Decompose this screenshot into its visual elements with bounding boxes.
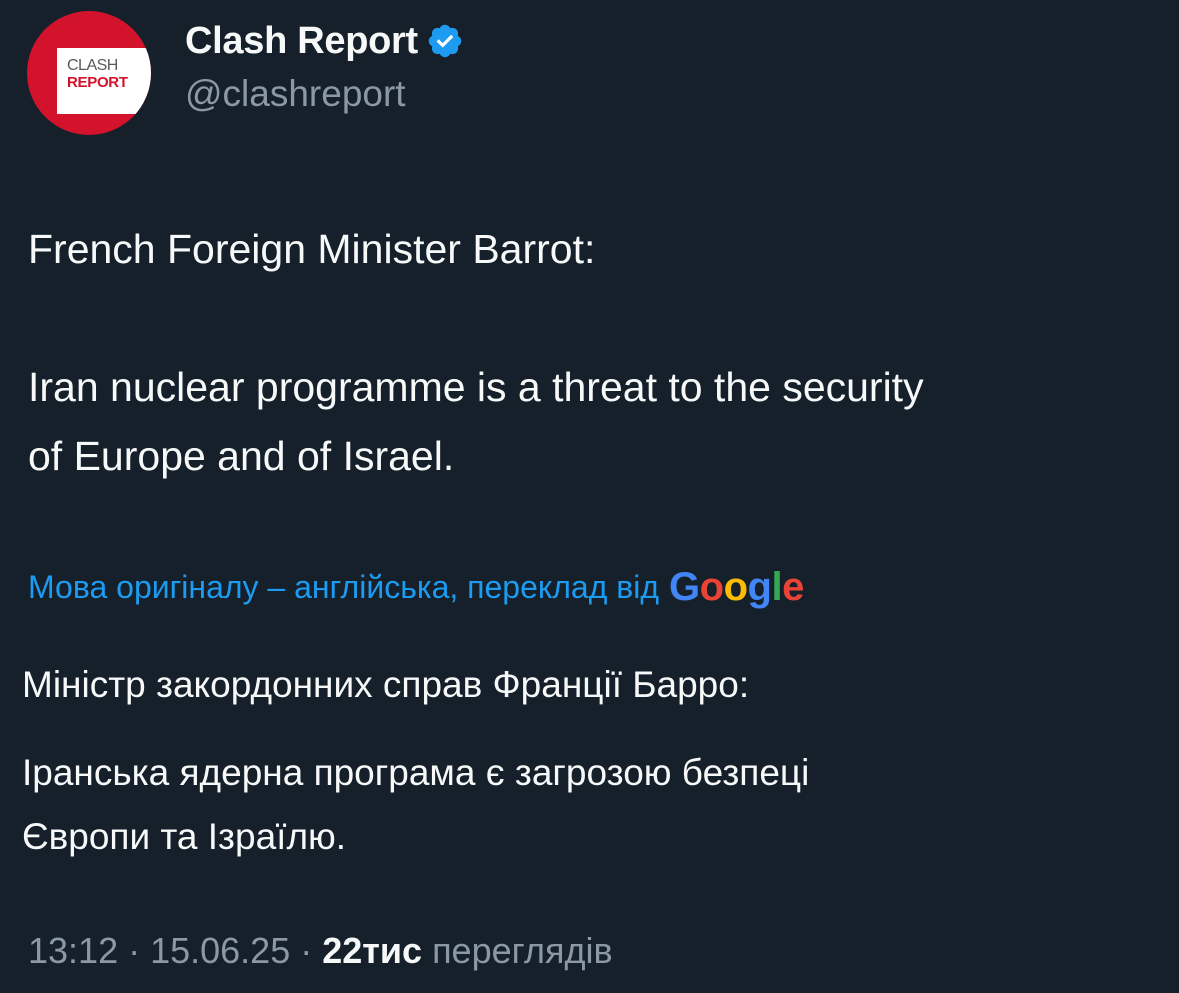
translated-text-line: Міністр закордонних справ Франції Барро: bbox=[22, 664, 750, 705]
avatar-logo: CLASH REPORT bbox=[57, 48, 151, 114]
translated-text-line: Іранська ядерна програма є загрозою безп… bbox=[22, 752, 810, 793]
translated-text-line: Європи та Ізраїлю. bbox=[22, 816, 347, 857]
avatar[interactable]: CLASH REPORT bbox=[27, 11, 151, 135]
author-name-row: Clash Report bbox=[185, 19, 464, 63]
views-count[interactable]: 22тис bbox=[322, 930, 422, 972]
tweet-date[interactable]: 15.06.25 bbox=[150, 930, 290, 972]
tweet-text: French Foreign Minister Barrot: Iran nuc… bbox=[28, 215, 1158, 491]
meta-separator: · bbox=[128, 930, 141, 971]
tweet-text-line: French Foreign Minister Barrot: bbox=[28, 226, 596, 272]
tweet-meta: 13:12 · 15.06.25 · 22тис переглядів bbox=[28, 926, 613, 976]
avatar-logo-text-bottom: REPORT bbox=[67, 74, 128, 91]
tweet: CLASH REPORT Clash Report @clashreport F… bbox=[0, 0, 1179, 993]
translated-heading: Міністр закордонних справ Франції Барро: bbox=[22, 664, 1162, 706]
tweet-text-line: of Europe and of Israel. bbox=[28, 433, 455, 479]
translated-text: Іранська ядерна програма є загрозою безп… bbox=[22, 741, 1162, 869]
avatar-logo-text-top: CLASH bbox=[67, 57, 118, 74]
author-display-name[interactable]: Clash Report bbox=[185, 20, 418, 63]
google-logo: Google bbox=[669, 564, 804, 609]
meta-separator: · bbox=[300, 930, 313, 971]
views-label[interactable]: переглядів bbox=[432, 930, 613, 972]
translation-note[interactable]: Мова оригіналу – англійська, переклад ві… bbox=[28, 562, 804, 612]
translation-note-text[interactable]: Мова оригіналу – англійська, переклад ві… bbox=[28, 569, 659, 606]
author-handle[interactable]: @clashreport bbox=[185, 73, 406, 115]
tweet-time[interactable]: 13:12 bbox=[28, 930, 118, 972]
verified-badge-icon[interactable] bbox=[426, 22, 464, 60]
tweet-text-line: Iran nuclear programme is a threat to th… bbox=[28, 364, 924, 410]
